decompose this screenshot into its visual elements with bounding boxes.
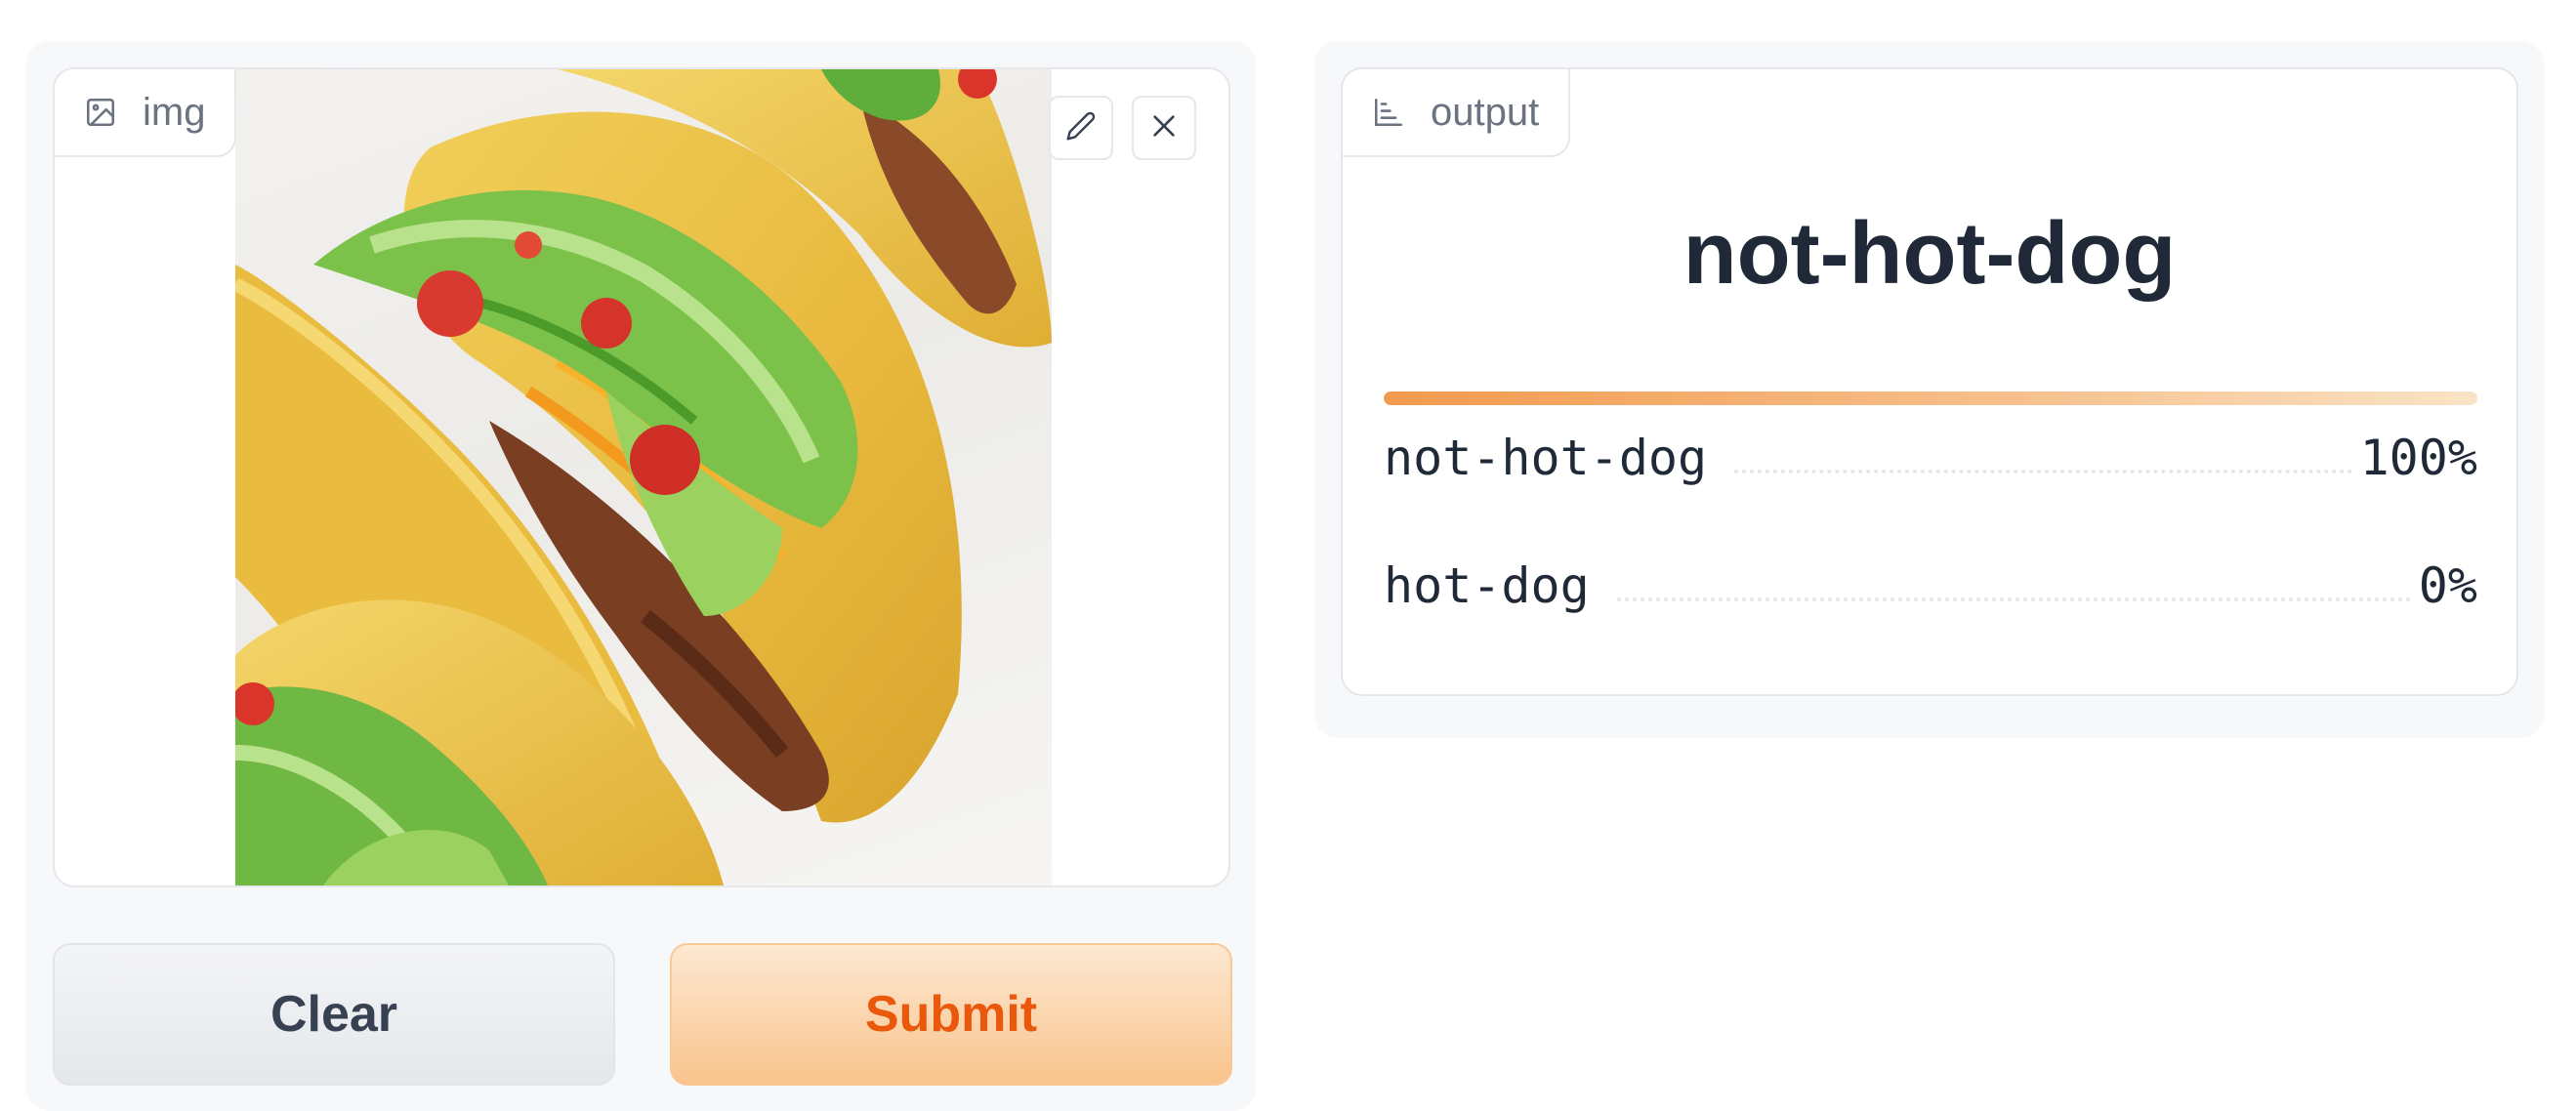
input-label-tab: img (55, 69, 237, 157)
close-icon (1148, 110, 1180, 146)
predicted-class: not-hot-dog (1683, 205, 2177, 303)
confidence-row: not-hot-dog 100% (1384, 424, 2477, 492)
uploaded-image (235, 69, 1052, 885)
remove-image-button[interactable] (1132, 96, 1196, 160)
output-label-text: output (1431, 90, 1540, 134)
dotted-leader (1616, 597, 2411, 601)
confidence-value: 0% (2418, 557, 2477, 614)
dotted-leader (1734, 470, 2352, 473)
input-label-text: img (143, 90, 206, 134)
pencil-icon (1065, 110, 1097, 146)
bar-chart-icon (1372, 96, 1405, 129)
image-input-card[interactable]: img (53, 67, 1230, 887)
submit-button[interactable]: Submit (670, 943, 1232, 1086)
output-panel: output not-hot-dog not-hot-dog 100% hot-… (1314, 41, 2544, 738)
confidence-bar-fill (1384, 391, 2477, 405)
confidence-label: hot-dog (1384, 557, 1590, 614)
confidence-bar (1384, 391, 2477, 405)
clear-button[interactable]: Clear (53, 943, 615, 1086)
confidence-value: 100% (2359, 430, 2477, 486)
output-label-tab: output (1343, 69, 1571, 157)
edit-button[interactable] (1049, 96, 1113, 160)
confidence-row: hot-dog 0% (1384, 552, 2477, 620)
image-icon (84, 96, 117, 129)
label-output-card: output not-hot-dog not-hot-dog 100% hot-… (1341, 67, 2518, 696)
input-panel: img Clear Submit (26, 41, 1256, 1111)
confidence-label: not-hot-dog (1384, 430, 1708, 486)
